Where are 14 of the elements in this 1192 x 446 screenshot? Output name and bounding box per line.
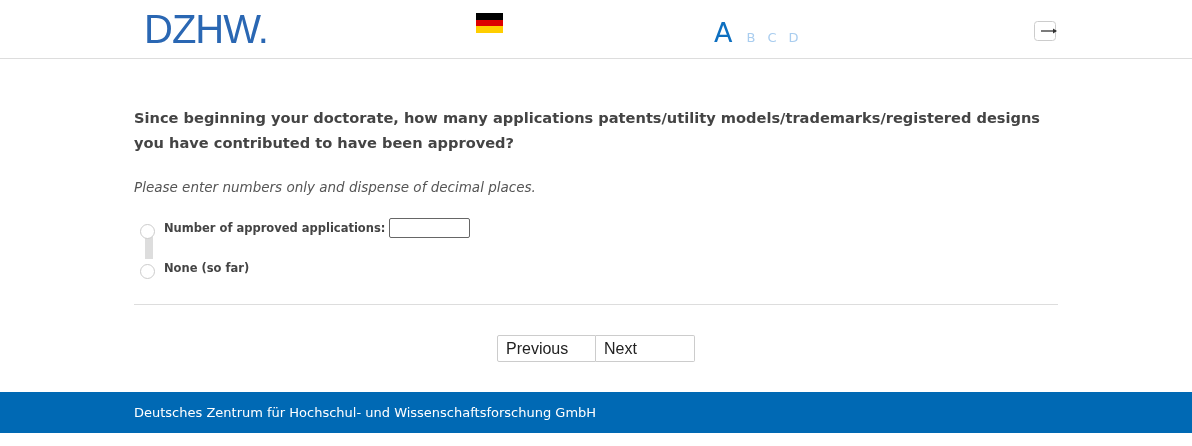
radio-button[interactable] — [140, 223, 155, 239]
number-field[interactable] — [389, 218, 471, 238]
flag-icon[interactable] — [476, 13, 503, 33]
nav-button[interactable]: Next — [596, 335, 695, 362]
footer-text: Deutsches Zentrum für Hochschul- und Wissenschaftsforschung GmbH — [134, 405, 597, 420]
font-size-link[interactable]: A — [714, 16, 733, 48]
radio-button[interactable] — [140, 263, 155, 279]
instruction-text: Please enter numbers only and dispense of decimal places. — [134, 179, 537, 195]
option-label: Number of approved applications: — [164, 221, 386, 235]
logo: DZHW. — [144, 6, 269, 52]
logout-icon[interactable] — [1034, 20, 1058, 41]
option-label: None (so far) — [164, 261, 250, 275]
nav-button[interactable]: Previous — [497, 335, 596, 362]
question-text: Since beginning your doctorate, how many applications patents/utility models/trademarks/registered designs you have contributed to have been approved? — [134, 108, 1042, 153]
